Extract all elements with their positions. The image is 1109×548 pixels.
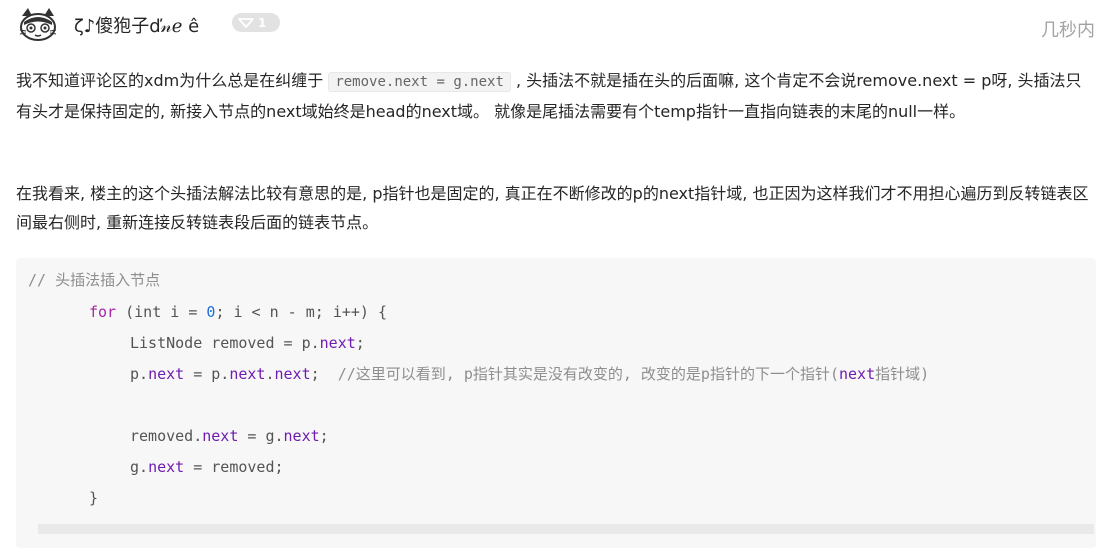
code-comment-line: // 头插法插入节点 <box>28 271 161 289</box>
comment-header: ζ♪傻狍子ď𝓃ℯ ê 1 几秒内 <box>16 6 1095 44</box>
paragraph1-text-before: 我不知道评论区的xdm为什么总是在纠缠于 <box>16 71 324 90</box>
property-next: next <box>202 427 239 445</box>
avatar-cat-icon <box>19 8 57 41</box>
code-line-for: for (int i = 0; i < n - m; i++) { <box>89 302 387 322</box>
code-line-p-next: p.next = p.next.next; //这里可以看到, p指针其实是没有… <box>130 364 929 384</box>
code-inline-comment: //这里可以看到, p指针其实是没有改变的, 改变的是p指针的下一个指针( <box>337 365 839 383</box>
property-next: next <box>283 427 320 445</box>
comment-time: 几秒内 <box>1041 20 1095 41</box>
like-badge[interactable]: 1 <box>232 13 280 32</box>
code-line-removed-next: removed.next = g.next; <box>130 426 329 446</box>
property-next: next <box>148 365 185 383</box>
code-line-close-brace: } <box>89 489 99 507</box>
avatar[interactable] <box>16 6 60 44</box>
code-text: removed. <box>130 427 203 445</box>
code-text: ListNode removed = p. <box>130 334 320 352</box>
code-text: ; i < n - m; i++) { <box>215 303 388 321</box>
code-line-g-next: g.next = removed; <box>130 457 284 477</box>
horizontal-scrollbar[interactable] <box>38 524 1094 534</box>
code-block: // 头插法插入节点 for (int i = 0; i < n - m; i+… <box>16 258 1096 548</box>
thumbs-up-icon <box>238 17 254 28</box>
comment-paragraph-2: 在我看来, 楼主的这个头插法解法比较有意思的是, p指针也是固定的, 真正在不断… <box>16 184 1089 232</box>
property-next: next <box>148 458 185 476</box>
code-text: p. <box>130 365 149 383</box>
code-text: = g. <box>238 427 284 445</box>
property-next: next <box>274 365 311 383</box>
code-text: ; <box>319 427 329 445</box>
comment-paragraph-1: 我不知道评论区的xdm为什么总是在纠缠于 remove.next = g.nex… <box>16 66 1096 126</box>
code-text: (int i = <box>116 303 207 321</box>
code-text: ; <box>355 334 365 352</box>
property-next: next <box>839 365 876 383</box>
code-line-removed: ListNode removed = p.next; <box>130 333 365 353</box>
code-text: = p. <box>184 365 230 383</box>
code-inline-comment: 指针域) <box>875 365 930 383</box>
code-text: ; <box>310 365 338 383</box>
keyword-for: for <box>89 303 117 321</box>
like-count: 1 <box>258 15 267 30</box>
property-next: next <box>319 334 356 352</box>
property-next: next <box>229 365 266 383</box>
code-text: = removed; <box>184 458 284 476</box>
username[interactable]: ζ♪傻狍子ď𝓃ℯ ê <box>74 12 199 38</box>
code-text: . <box>265 365 275 383</box>
inline-code: remove.next = g.next <box>328 72 511 92</box>
code-text: g. <box>130 458 149 476</box>
